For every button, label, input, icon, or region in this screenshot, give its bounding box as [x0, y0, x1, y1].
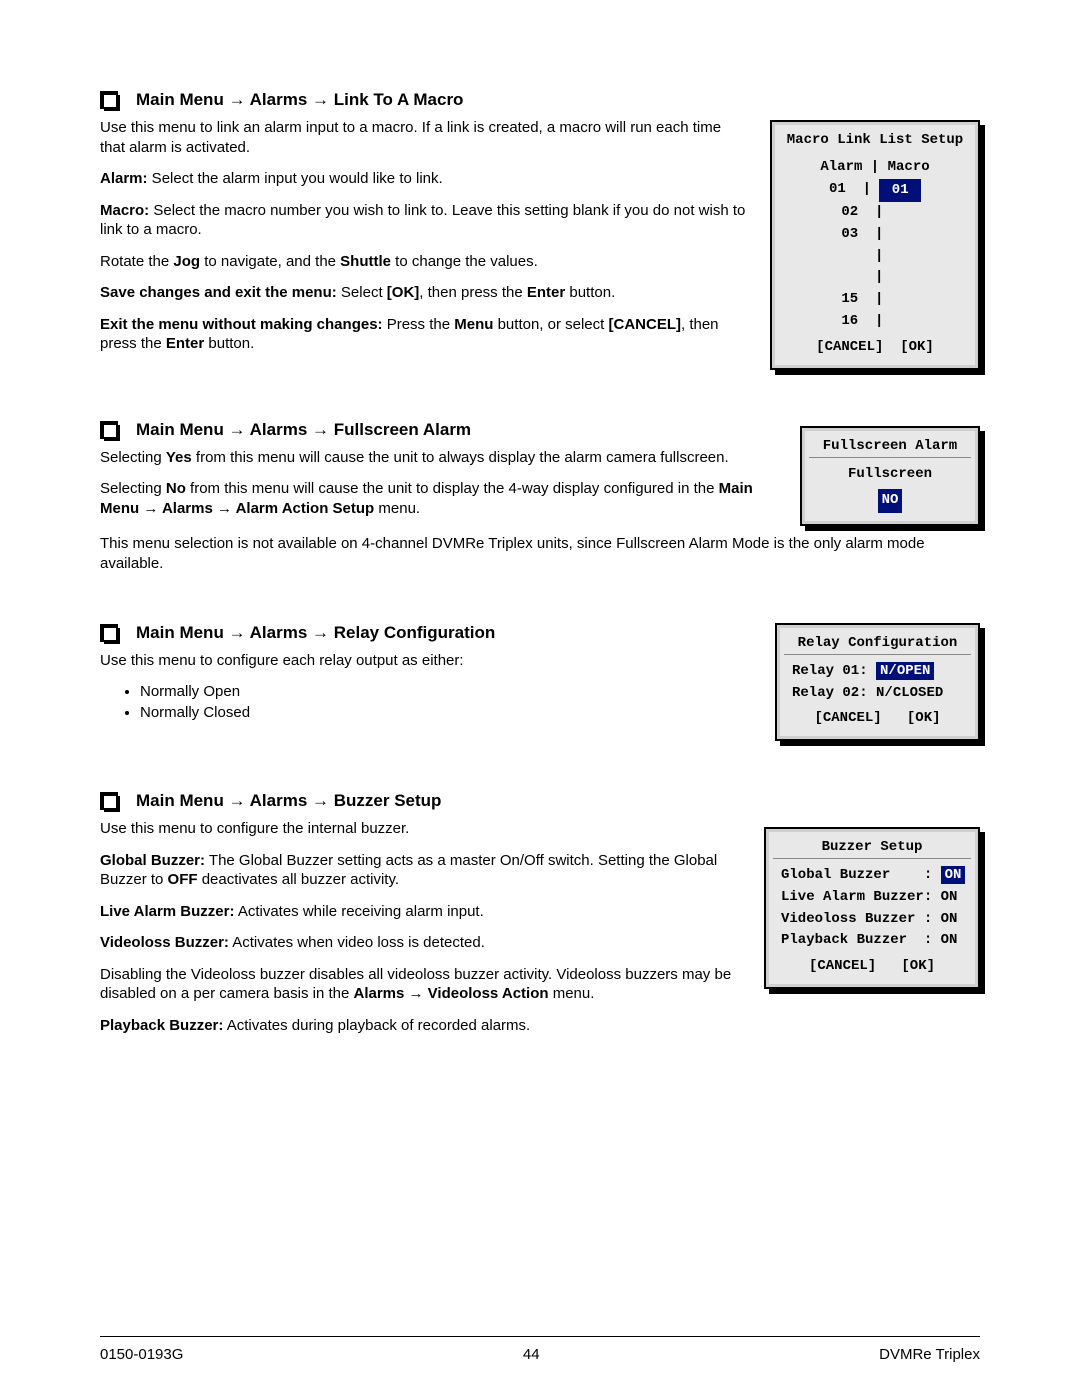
buzzer-row: Live Alarm Buzzer: ON	[781, 887, 963, 909]
ok-button[interactable]: [OK]	[901, 958, 935, 974]
table-row: 16 |	[785, 311, 965, 333]
panel-buttons: [CANCEL] [OK]	[785, 333, 965, 357]
relay-row: Relay 01: N/OPEN	[792, 661, 963, 683]
checkbox-icon	[100, 624, 118, 642]
para: Macro: Select the macro number you wish …	[100, 201, 750, 240]
panel-title: Macro Link List Setup	[777, 129, 973, 151]
footer-divider	[100, 1336, 980, 1337]
para: Alarm: Select the alarm input you would …	[100, 169, 750, 189]
para: Selecting No from this menu will cause t…	[100, 479, 780, 518]
section-buzzer: Main Menu → Alarms → Buzzer Setup Use th…	[100, 791, 980, 1047]
checkbox-icon	[100, 792, 118, 810]
checkbox-icon	[100, 91, 118, 109]
label: Fullscreen	[815, 464, 965, 486]
bullet-list: Normally Open Normally Closed	[100, 683, 755, 721]
cancel-button[interactable]: [CANCEL]	[809, 958, 876, 974]
para: Disabling the Videoloss buzzer disables …	[100, 965, 744, 1004]
para: Save changes and exit the menu: Select […	[100, 283, 750, 303]
table-row: 02 |	[785, 202, 965, 224]
list-item: Normally Closed	[140, 704, 755, 721]
heading-fullscreen: Main Menu → Alarms → Fullscreen Alarm	[100, 420, 780, 440]
cancel-button[interactable]: [CANCEL]	[814, 710, 881, 726]
value-selected[interactable]: N/OPEN	[876, 662, 934, 680]
table-row: 03 |	[785, 224, 965, 246]
heading-relay: Main Menu → Alarms → Relay Configuration	[100, 623, 755, 643]
table-header: Alarm | Macro	[785, 157, 965, 179]
footer-left: 0150-0193G	[100, 1346, 183, 1363]
table-row: |	[785, 267, 965, 289]
list-item: Normally Open	[140, 683, 755, 700]
para: Selecting Yes from this menu will cause …	[100, 448, 780, 468]
heading-buzzer: Main Menu → Alarms → Buzzer Setup	[100, 791, 744, 811]
ok-button[interactable]: [OK]	[907, 710, 941, 726]
panel-buzzer: Buzzer Setup Global Buzzer : ON Live Ala…	[764, 827, 980, 989]
para: Videoloss Buzzer: Activates when video l…	[100, 933, 744, 953]
panel-macro-link: Macro Link List Setup Alarm | Macro 01 |…	[770, 120, 980, 370]
footer-page-number: 44	[523, 1346, 540, 1363]
value-selected[interactable]: 01	[879, 179, 921, 203]
table-row: 15 |	[785, 289, 965, 311]
page: Main Menu → Alarms → Link To A Macro Use…	[0, 0, 1080, 1397]
heading-text: Main Menu → Alarms → Buzzer Setup	[136, 791, 441, 811]
section-fullscreen: Main Menu → Alarms → Fullscreen Alarm Se…	[100, 420, 980, 574]
heading-text: Main Menu → Alarms → Fullscreen Alarm	[136, 420, 471, 440]
para: Use this menu to configure each relay ou…	[100, 651, 755, 671]
para: Use this menu to link an alarm input to …	[100, 118, 750, 157]
buzzer-row: Playback Buzzer : ON	[781, 930, 963, 952]
table-row: |	[785, 246, 965, 268]
ok-button[interactable]: [OK]	[900, 339, 934, 355]
panel-title: Buzzer Setup	[771, 836, 973, 858]
buzzer-row: Global Buzzer : ON	[781, 865, 963, 887]
para: Global Buzzer: The Global Buzzer setting…	[100, 851, 744, 890]
value-selected[interactable]: ON	[941, 866, 966, 884]
heading-link-macro: Main Menu → Alarms → Link To A Macro	[100, 90, 750, 110]
heading-text: Main Menu → Alarms → Relay Configuration	[136, 623, 495, 643]
heading-text: Main Menu → Alarms → Link To A Macro	[136, 90, 463, 110]
para: Exit the menu without making changes: Pr…	[100, 315, 750, 354]
checkbox-icon	[100, 421, 118, 439]
para: Live Alarm Buzzer: Activates while recei…	[100, 902, 744, 922]
panel-relay: Relay Configuration Relay 01: N/OPEN Rel…	[775, 623, 980, 741]
para: Playback Buzzer: Activates during playba…	[100, 1016, 744, 1036]
section-relay: Main Menu → Alarms → Relay Configuration…	[100, 623, 980, 741]
cancel-button[interactable]: [CANCEL]	[816, 339, 883, 355]
panel-title: Fullscreen Alarm	[807, 435, 973, 457]
table-row: 01 | 01	[785, 179, 965, 203]
para: Rotate the Jog to navigate, and the Shut…	[100, 252, 750, 272]
para: Use this menu to configure the internal …	[100, 819, 744, 839]
para: This menu selection is not available on …	[100, 534, 980, 573]
footer: 0150-0193G 44 DVMRe Triplex	[100, 1346, 980, 1363]
buzzer-row: Videoloss Buzzer : ON	[781, 909, 963, 931]
panel-title: Relay Configuration	[782, 632, 973, 654]
value-selected[interactable]: NO	[878, 489, 903, 513]
footer-right: DVMRe Triplex	[879, 1346, 980, 1363]
relay-row: Relay 02: N/CLOSED	[792, 683, 963, 705]
section-link-macro: Main Menu → Alarms → Link To A Macro Use…	[100, 90, 980, 370]
panel-fullscreen: Fullscreen Alarm Fullscreen NO	[800, 426, 980, 526]
